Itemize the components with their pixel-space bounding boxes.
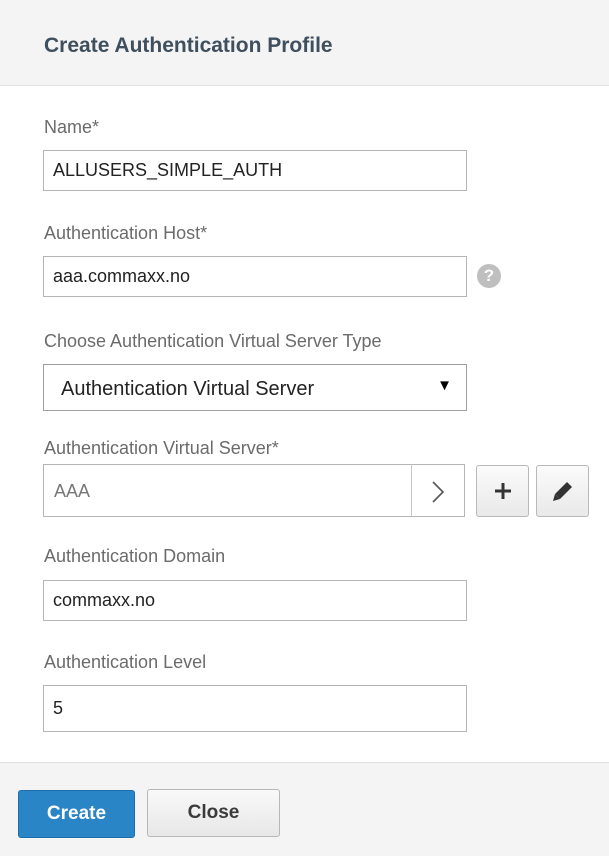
- auth-level-field[interactable]: [43, 685, 467, 732]
- virtual-server-label: Authentication Virtual Server*: [44, 438, 279, 458]
- create-button[interactable]: Create: [18, 790, 135, 838]
- auth-host-field[interactable]: [43, 256, 467, 297]
- virtual-server-value: AAA: [54, 481, 91, 501]
- help-icon[interactable]: ?: [477, 264, 501, 288]
- auth-domain-field[interactable]: [43, 580, 467, 621]
- close-button[interactable]: Close: [147, 789, 280, 837]
- auth-host-label: Authentication Host*: [44, 223, 208, 243]
- dialog-header: Create Authentication Profile: [0, 0, 609, 86]
- chevron-right-icon: [432, 481, 445, 503]
- server-type-selected: Authentication Virtual Server: [61, 378, 315, 400]
- virtual-server-field[interactable]: AAA: [43, 464, 412, 517]
- plus-icon: [495, 483, 511, 499]
- caret-down-icon: ▼: [437, 377, 452, 394]
- pencil-icon: [553, 482, 572, 501]
- edit-virtual-server-button[interactable]: [536, 465, 589, 517]
- name-field[interactable]: [43, 150, 467, 191]
- virtual-server-browse-button[interactable]: [411, 464, 465, 517]
- server-type-select[interactable]: Authentication Virtual Server ▼: [43, 364, 467, 411]
- add-virtual-server-button[interactable]: [476, 465, 529, 517]
- server-type-label: Choose Authentication Virtual Server Typ…: [44, 331, 382, 351]
- dialog-footer: Create Close: [0, 762, 609, 856]
- auth-level-label: Authentication Level: [44, 652, 207, 672]
- auth-domain-label: Authentication Domain: [44, 546, 226, 566]
- dialog-title: Create Authentication Profile: [44, 34, 333, 57]
- name-label: Name*: [44, 117, 100, 137]
